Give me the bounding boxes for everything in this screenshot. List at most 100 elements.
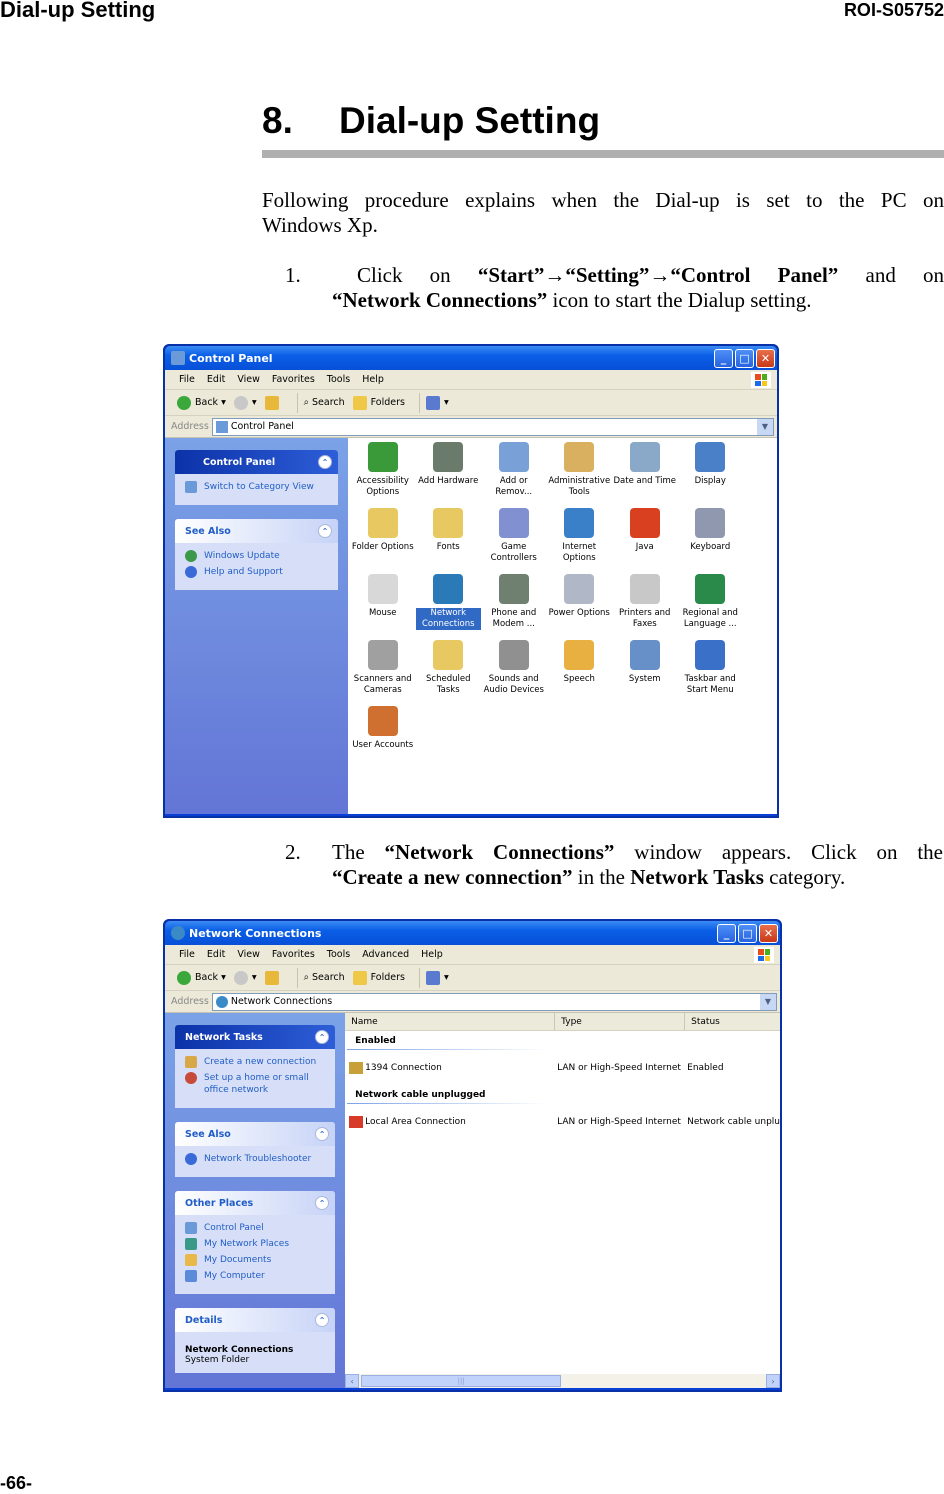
scroll-right-icon[interactable]: ›	[766, 1374, 780, 1388]
collapse-chevron-icon[interactable]: ⌃	[315, 1127, 330, 1141]
control-panel-item[interactable]: Mouse	[350, 574, 416, 640]
horizontal-scrollbar[interactable]: ‹ ||| ›	[345, 1374, 780, 1388]
up-folder-button[interactable]	[264, 970, 283, 985]
my-documents-link[interactable]: My Documents	[185, 1254, 325, 1266]
control-panel-item[interactable]: Regional and Language ...	[678, 574, 744, 640]
control-panel-item[interactable]: Scheduled Tasks	[416, 640, 482, 706]
control-panel-item[interactable]: Network Connections	[415, 574, 481, 640]
control-panel-item[interactable]: Scanners and Cameras	[350, 640, 416, 706]
control-panel-item[interactable]: Date and Time	[612, 442, 678, 508]
minimize-button[interactable]: _	[717, 923, 736, 943]
display-icon	[695, 442, 726, 472]
search-button[interactable]: ⌕ Search	[304, 397, 345, 408]
my-computer-link[interactable]: My Computer	[185, 1270, 325, 1282]
maximize-button[interactable]: □	[738, 923, 757, 943]
user-accounts-icon	[367, 706, 398, 736]
panel-header[interactable]: See Also ⌃	[175, 519, 338, 543]
connection-row[interactable]: Local Area Connection LAN or High-Speed I…	[345, 1105, 780, 1139]
menu-file[interactable]: File	[179, 374, 195, 385]
control-panel-item[interactable]: Speech	[547, 640, 613, 706]
control-panel-item[interactable]: Game Controllers	[481, 508, 547, 574]
minimize-button[interactable]: _	[714, 348, 733, 368]
views-button[interactable]: ▾	[425, 395, 449, 410]
menu-tools[interactable]: Tools	[327, 949, 350, 960]
back-button[interactable]: Back ▾	[177, 395, 226, 410]
control-panel-item[interactable]: Display	[678, 442, 744, 508]
control-panel-item[interactable]: Accessibility Options	[350, 442, 416, 508]
control-panel-item[interactable]: Printers and Faxes	[612, 574, 678, 640]
menu-advanced[interactable]: Advanced	[362, 949, 409, 960]
control-panel-link[interactable]: Control Panel	[185, 1222, 325, 1234]
control-panel-item[interactable]: User Accounts	[350, 706, 416, 772]
collapse-chevron-icon[interactable]: ⌃	[318, 455, 332, 469]
column-status[interactable]: Status	[685, 1013, 780, 1030]
panel-header[interactable]: Control Panel ⌃	[175, 450, 338, 474]
menu-tools[interactable]: Tools	[327, 374, 350, 385]
menu-view[interactable]: View	[237, 374, 260, 385]
menu-help[interactable]: Help	[362, 374, 384, 385]
address-dropdown-icon[interactable]: ▼	[757, 418, 773, 435]
menu-help[interactable]: Help	[421, 949, 443, 960]
connection-row[interactable]: 1394 Connection LAN or High-Speed Interne…	[345, 1051, 780, 1085]
column-type[interactable]: Type	[555, 1013, 686, 1030]
control-panel-item[interactable]: Phone and Modem ...	[481, 574, 547, 640]
panel-header[interactable]: Network Tasks ⌃	[175, 1025, 336, 1049]
control-panel-item[interactable]: Fonts	[416, 508, 482, 574]
panel-header[interactable]: Other Places ⌃	[175, 1191, 336, 1215]
control-panel-item[interactable]: Power Options	[547, 574, 613, 640]
home-network-setup-link[interactable]: Set up a home or small office network	[185, 1072, 325, 1096]
windows-update-link[interactable]: Windows Update	[185, 550, 328, 562]
control-panel-item[interactable]: Java	[612, 508, 678, 574]
control-panel-item[interactable]: Add Hardware	[416, 442, 482, 508]
collapse-chevron-icon[interactable]: ⌃	[315, 1313, 330, 1327]
menu-edit[interactable]: Edit	[207, 949, 225, 960]
close-button[interactable]: ✕	[756, 348, 775, 368]
help-support-link[interactable]: Help and Support	[185, 566, 328, 578]
control-panel-item[interactable]: System	[612, 640, 678, 706]
menu-favorites[interactable]: Favorites	[272, 949, 315, 960]
column-name[interactable]: Name	[345, 1013, 556, 1030]
views-button[interactable]: ▾	[425, 970, 449, 985]
folders-button[interactable]: Folders	[352, 395, 405, 410]
panel-header[interactable]: See Also ⌃	[175, 1122, 336, 1146]
menu-edit[interactable]: Edit	[207, 374, 225, 385]
panel-header[interactable]: Details ⌃	[175, 1308, 336, 1332]
maximize-button[interactable]: □	[735, 348, 754, 368]
up-folder-button[interactable]	[264, 395, 283, 410]
title-bar[interactable]: Network Connections _ □ ✕	[165, 921, 780, 945]
control-panel-item[interactable]: Taskbar and Start Menu	[678, 640, 744, 706]
control-panel-item[interactable]: Keyboard	[678, 508, 744, 574]
menu-file[interactable]: File	[179, 949, 195, 960]
control-panel-item[interactable]: Internet Options	[547, 508, 613, 574]
create-new-connection-link[interactable]: Create a new connection	[185, 1056, 325, 1068]
menu-view[interactable]: View	[237, 949, 260, 960]
title-bar[interactable]: Control Panel _ □ ✕	[165, 346, 777, 370]
back-button[interactable]: Back ▾	[177, 970, 226, 985]
address-input[interactable]: Network Connections ▼	[211, 992, 777, 1011]
connection-name: 1394 Connection	[365, 1063, 442, 1073]
scroll-thumb[interactable]: |||	[361, 1375, 562, 1387]
menu-favorites[interactable]: Favorites	[272, 374, 315, 385]
control-panel-item[interactable]: Administrative Tools	[547, 442, 613, 508]
collapse-chevron-icon[interactable]: ⌃	[315, 1196, 330, 1210]
my-network-places-link[interactable]: My Network Places	[185, 1238, 325, 1250]
folders-button[interactable]: Folders	[352, 970, 405, 985]
control-panel-item[interactable]: Add or Remov...	[481, 442, 547, 508]
control-panel-item[interactable]: Folder Options	[350, 508, 416, 574]
link-label: Network Troubleshooter	[204, 1154, 312, 1164]
address-input[interactable]: Control Panel ▼	[211, 417, 774, 436]
collapse-chevron-icon[interactable]: ⌃	[315, 1030, 330, 1044]
collapse-chevron-icon[interactable]: ⌃	[318, 524, 332, 538]
panel-title: Network Tasks	[185, 1031, 263, 1043]
control-panel-item[interactable]: Sounds and Audio Devices	[481, 640, 547, 706]
close-button[interactable]: ✕	[759, 923, 778, 943]
forward-button[interactable]: ▾	[233, 395, 257, 410]
search-button[interactable]: ⌕ Search	[304, 972, 345, 983]
forward-button[interactable]: ▾	[233, 970, 257, 985]
network-connections-icon	[433, 574, 464, 604]
scroll-left-icon[interactable]: ‹	[345, 1374, 360, 1388]
network-troubleshooter-link[interactable]: Network Troubleshooter	[185, 1153, 325, 1165]
step-text-line2: “Network Connections” icon to start the …	[332, 288, 811, 313]
address-dropdown-icon[interactable]: ▼	[760, 993, 776, 1010]
switch-category-view-link[interactable]: Switch to Category View	[185, 481, 328, 493]
